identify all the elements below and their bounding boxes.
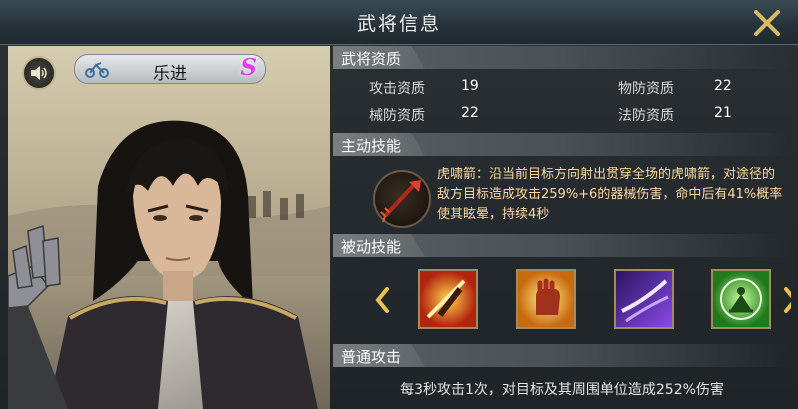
meditation-icon (713, 271, 769, 327)
chevron-right-icon (784, 287, 791, 313)
sound-icon (31, 66, 47, 80)
stat-phys-def-label: 物防资质 (618, 81, 674, 97)
hero-name-plate: 乐进 S (74, 54, 266, 84)
stat-phys-def-value: 22 (714, 78, 732, 94)
hero-portrait (8, 46, 330, 409)
section-passive-title: 被动技能 (341, 238, 402, 256)
title-bar: 武将信息 (0, 0, 798, 45)
hero-info-window: 武将信息 乐进 S 武将资质 攻击资质 19 物防资质 22 械防资质 22 法… (0, 0, 798, 409)
stat-mech-def-label: 械防资质 (369, 108, 425, 124)
hero-name: 乐进 (153, 64, 187, 84)
stat-magic-def-value: 21 (714, 105, 732, 121)
close-icon (754, 10, 780, 36)
stat-magic-def-label: 法防资质 (618, 108, 674, 124)
section-passive-skill: 被动技能 (333, 234, 791, 257)
purple-slash-icon (616, 271, 672, 327)
active-skill-description: 虎啸箭：沿当前目标方向射出贯穿全场的虎啸箭，对途径的 敌方目标造成攻击259%+… (437, 165, 789, 225)
passive-prev-arrow[interactable] (373, 285, 393, 315)
stat-attack-value: 19 (461, 78, 479, 94)
sound-button[interactable] (22, 56, 56, 90)
section-aptitude: 武将资质 (333, 46, 791, 69)
normal-attack-description: 每3秒攻击1次，对目标及其周围单位造成252%伤害 (400, 382, 724, 398)
fist-icon (518, 271, 574, 327)
sword-slash-icon (420, 271, 476, 327)
passive-skill-4[interactable] (711, 269, 771, 329)
chevron-left-icon (375, 287, 389, 313)
section-normal-title: 普通攻击 (341, 348, 402, 366)
close-button[interactable] (750, 6, 784, 40)
stat-attack-label: 攻击资质 (369, 81, 425, 97)
section-normal-attack: 普通攻击 (333, 344, 791, 367)
info-panel: 武将资质 攻击资质 19 物防资质 22 械防资质 22 法防资质 21 主动技… (333, 46, 791, 409)
stat-mech-def-value: 22 (461, 105, 479, 121)
active-skill-line1: 虎啸箭：沿当前目标方向射出贯穿全场的虎啸箭，对途径的 (437, 167, 776, 182)
arrow-icon (380, 180, 421, 223)
hero-portrait-panel: 乐进 S (8, 46, 330, 409)
passive-next-arrow[interactable] (780, 285, 791, 315)
active-skill-line3: 使其眩晕，持续4秒 (437, 207, 550, 222)
active-skill-line2: 敌方目标造成攻击259%+6的器械伤害，命中后有41%概率 (437, 187, 783, 202)
active-skill-button[interactable] (373, 170, 431, 228)
passive-skill-2[interactable] (516, 269, 576, 329)
rank-badge: S (240, 54, 257, 81)
window-title: 武将信息 (356, 13, 441, 35)
section-aptitude-title: 武将资质 (341, 50, 402, 68)
passive-skill-1[interactable] (418, 269, 478, 329)
section-active-skill: 主动技能 (333, 133, 791, 156)
section-active-title: 主动技能 (341, 137, 402, 155)
passive-skill-3[interactable] (614, 269, 674, 329)
